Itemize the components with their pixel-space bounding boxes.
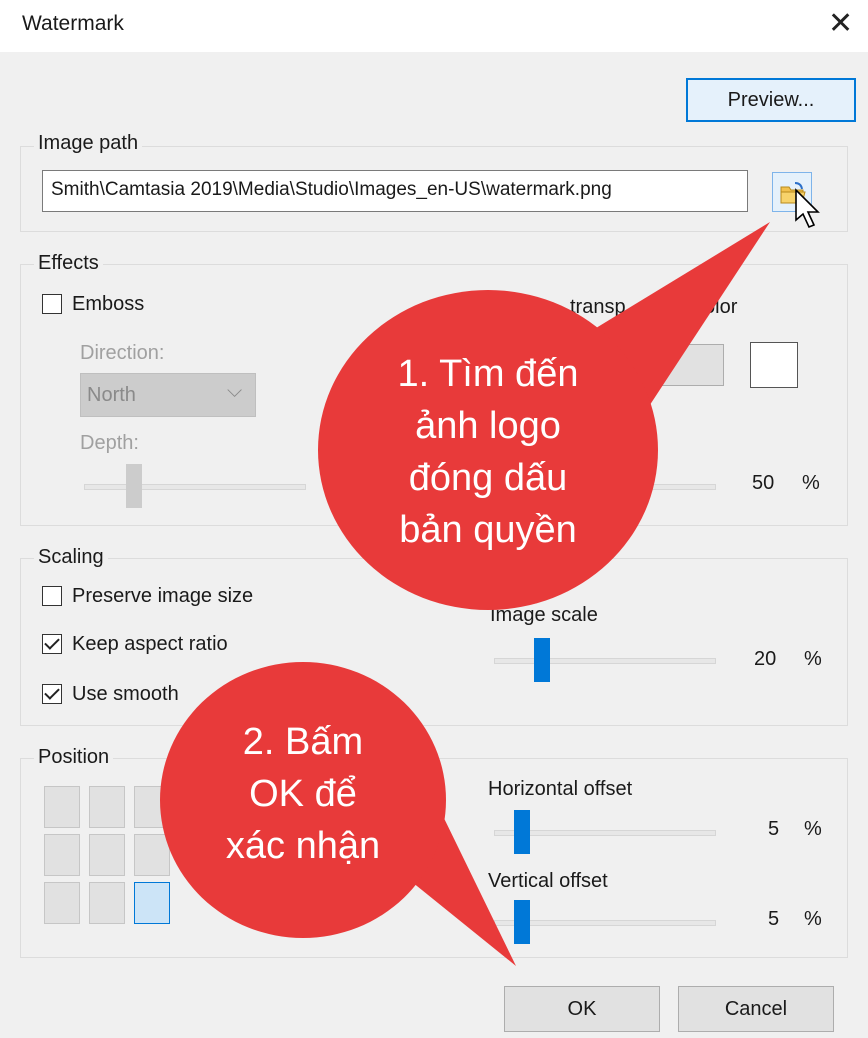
callout-two-line: xác nhận bbox=[225, 825, 381, 867]
callout-one: 1. Tìm đến ảnh logo đóng dấu bản quyền bbox=[318, 290, 658, 610]
callout-two-line: OK để bbox=[249, 773, 357, 815]
callout-one-line: đóng dấu bbox=[408, 457, 568, 499]
callout-two-line: 2. Bấm bbox=[242, 721, 364, 763]
callout-one-line: ảnh logo bbox=[415, 405, 561, 447]
callout-two: 2. Bấm OK để xác nhận bbox=[160, 662, 446, 938]
callout-one-line: 1. Tìm đến bbox=[397, 353, 579, 395]
callout-one-line: bản quyền bbox=[399, 509, 577, 551]
